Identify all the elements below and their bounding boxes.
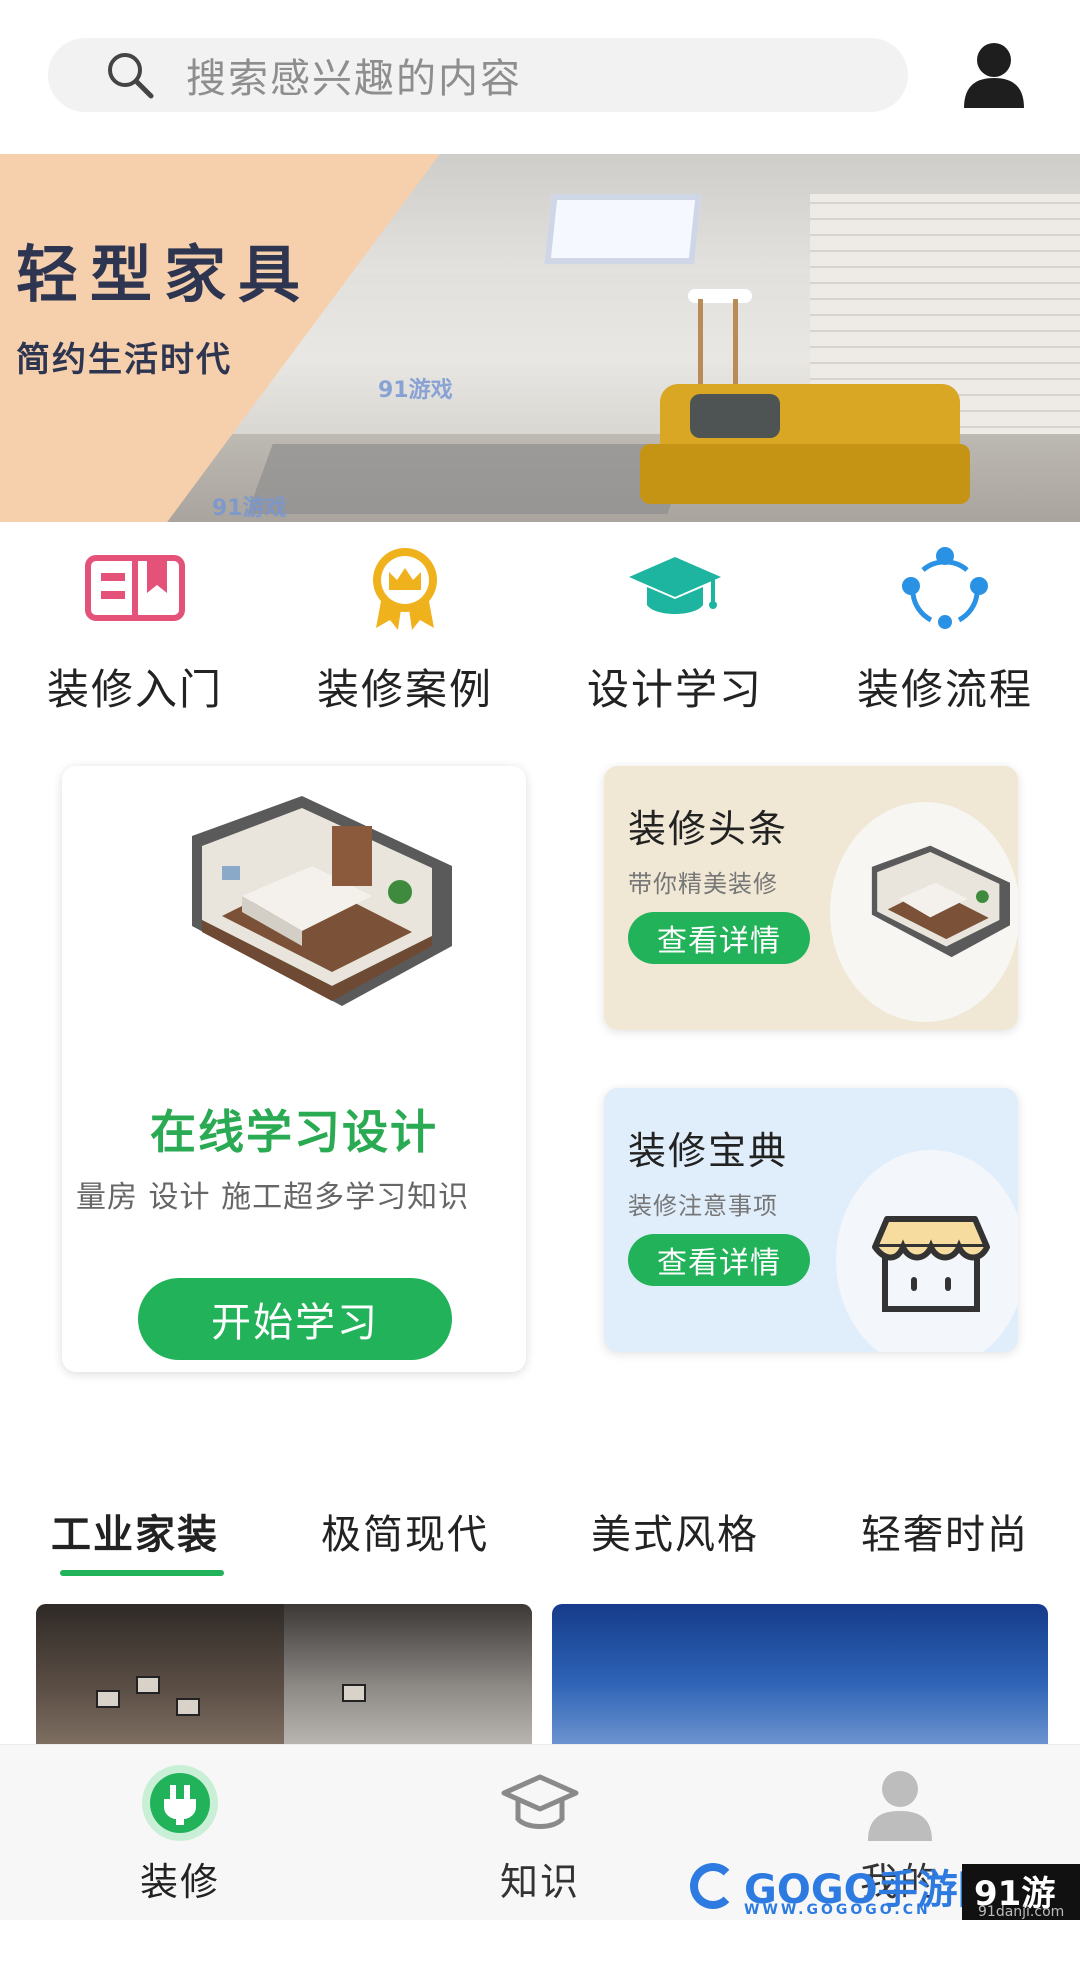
search-bar[interactable]: 搜索感兴趣的内容: [48, 38, 908, 112]
banner-watermark: 91游戏: [378, 378, 453, 403]
tab-minimalist-modern[interactable]: 极简现代: [270, 1484, 540, 1574]
banner-skylight: [544, 194, 702, 264]
top-bar: 搜索感兴趣的内容: [0, 0, 1080, 150]
sky-thumbnail[interactable]: [552, 1604, 1048, 1744]
book-icon: [85, 555, 185, 621]
tab-label: 美式风格: [591, 1512, 759, 1558]
user-icon: [868, 1771, 932, 1841]
tab-label: 轻奢时尚: [861, 1512, 1029, 1558]
guide-card[interactable]: 装修宝典 装修注意事项 查看详情: [604, 1088, 1018, 1352]
content-grid: [36, 1604, 1048, 1744]
quick-nav-item-design[interactable]: 设计学习: [540, 540, 810, 730]
headline-card[interactable]: 装修头条 带你精美装修 查看详情: [604, 766, 1018, 1030]
tab-american-style[interactable]: 美式风格: [540, 1484, 810, 1574]
graduation-cap-icon: [501, 1774, 579, 1829]
bottom-nav-label: 知识: [499, 1860, 580, 1904]
tab-light-luxury[interactable]: 轻奢时尚: [810, 1484, 1080, 1574]
headline-card-subtitle: 带你精美装修: [628, 870, 778, 898]
gogo-watermark: GOGO手游网 WWW.GOGOGO.CN: [690, 1858, 998, 1918]
quick-nav-label: 装修案例: [316, 665, 493, 714]
feature-card-title: 在线学习设计: [150, 1105, 438, 1159]
quick-nav-item-beginner[interactable]: 装修入门: [0, 540, 270, 730]
profile-button[interactable]: [962, 40, 1026, 110]
tab-label: 极简现代: [321, 1512, 489, 1558]
bottom-nav-renovation[interactable]: 装修: [80, 1763, 280, 1906]
headline-card-title: 装修头条: [628, 807, 789, 851]
quick-nav: 装修入门 装修案例 设计学习 装修流程: [0, 540, 1080, 730]
storefront-icon: [872, 1216, 990, 1312]
gogo-watermark-subtext: WWW.GOGOGO.CN: [744, 1902, 931, 1918]
guide-card-subtitle: 装修注意事项: [628, 1192, 778, 1220]
search-placeholder: 搜索感兴趣的内容: [186, 56, 522, 102]
style-tabs: 工业家装 极简现代 美式风格 轻奢时尚: [0, 1484, 1080, 1576]
quick-nav-label: 装修入门: [46, 665, 223, 714]
active-tab-indicator: [60, 1570, 224, 1576]
promo-banner[interactable]: 轻型家具 简约生活时代 91游戏 91游戏: [0, 154, 1080, 522]
quick-nav-label: 设计学习: [586, 665, 763, 714]
crown-medal-icon: [373, 548, 437, 630]
guide-card-image: [836, 1150, 1018, 1352]
wall-frame: [136, 1676, 160, 1694]
banner-rug: [247, 444, 693, 514]
start-learning-button[interactable]: 开始学习: [138, 1278, 452, 1360]
guide-card-title: 装修宝典: [628, 1129, 789, 1173]
gogo-logo-icon: [690, 1863, 736, 1909]
banner-title: 轻型家具: [16, 238, 313, 311]
home-plug-icon: [142, 1765, 218, 1841]
wall-frame: [342, 1684, 366, 1702]
graduation-cap-icon: [629, 557, 721, 614]
guide-details-button[interactable]: 查看详情: [628, 1234, 810, 1286]
quick-nav-item-cases[interactable]: 装修案例: [270, 540, 540, 730]
tab-industrial[interactable]: 工业家装: [0, 1484, 270, 1576]
headline-details-button[interactable]: 查看详情: [628, 912, 810, 964]
thumbnail-right-half: [284, 1604, 532, 1744]
online-learning-card[interactable]: 在线学习设计 量房 设计 施工超多学习知识 开始学习: [62, 766, 526, 1372]
wall-frame: [96, 1690, 120, 1708]
search-icon: [108, 53, 154, 99]
tab-label: 工业家装: [51, 1512, 219, 1558]
industrial-room-thumbnail[interactable]: [36, 1604, 532, 1744]
quick-nav-label: 装修流程: [856, 665, 1033, 714]
banner-pillow: [690, 394, 780, 438]
headline-card-image: [830, 802, 1018, 1022]
bottom-nav-label: 装修: [139, 1860, 220, 1904]
danji-watermark-subtext: 91danji.com: [978, 1904, 1065, 1920]
quick-nav-item-process[interactable]: 装修流程: [810, 540, 1080, 730]
feature-card-description: 量房 设计 施工超多学习知识: [76, 1180, 470, 1215]
banner-sofa-seat: [640, 444, 970, 504]
bottom-nav-knowledge[interactable]: 知识: [440, 1763, 640, 1906]
wall-frame: [176, 1698, 200, 1716]
banner-subtitle: 简约生活时代: [16, 340, 232, 380]
danji-watermark: 91游戏 91danji.com: [962, 1864, 1080, 1963]
banner-watermark-2: 91游戏: [212, 496, 287, 521]
user-icon: [964, 43, 1024, 108]
share-nodes-icon: [902, 547, 988, 629]
isometric-bedroom-image: [132, 796, 452, 1050]
thumbnail-left-half: [36, 1604, 284, 1744]
